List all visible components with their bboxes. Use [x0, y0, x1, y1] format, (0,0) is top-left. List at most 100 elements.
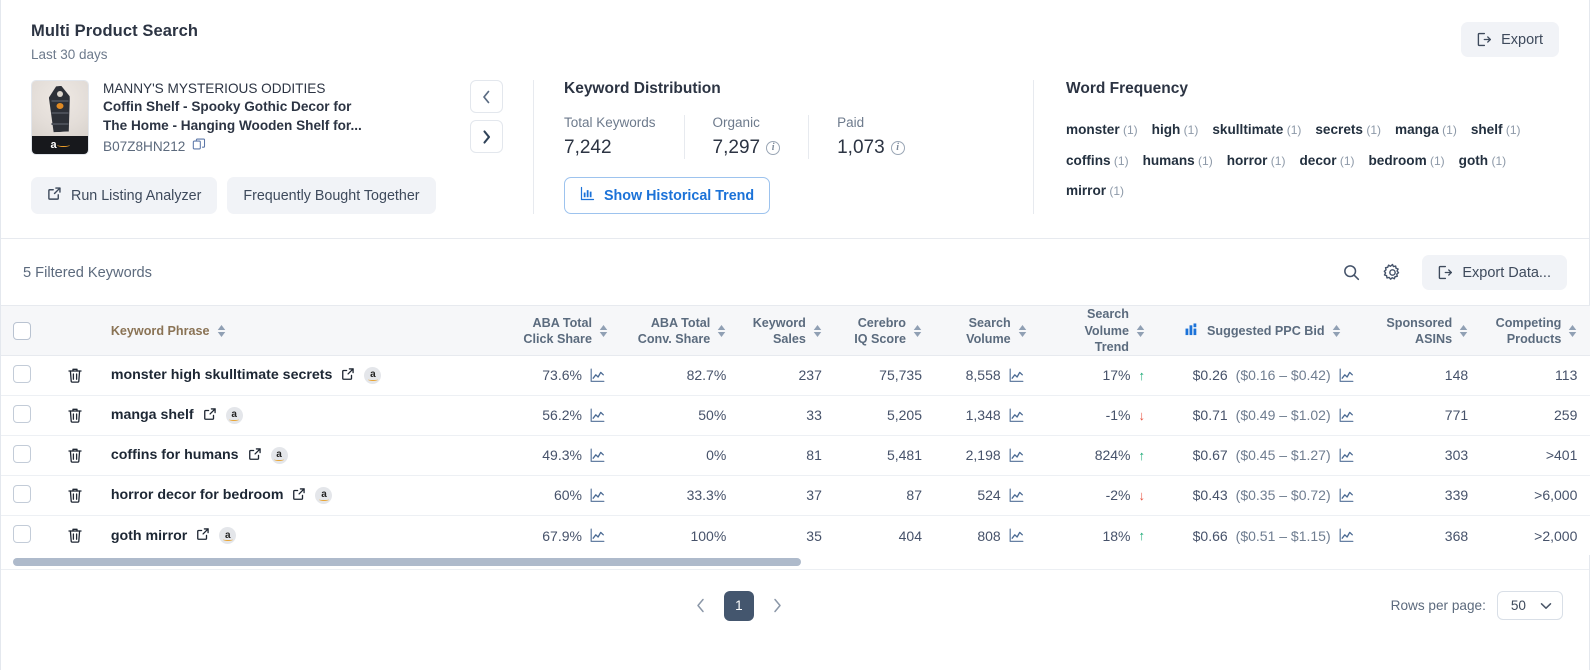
delete-row-button[interactable]	[65, 405, 85, 426]
header-suggested-ppc-bid[interactable]: Suggested PPC Bid	[1157, 306, 1369, 355]
sort-icon[interactable]	[913, 325, 922, 337]
next-page-button[interactable]	[766, 594, 788, 617]
gear-icon[interactable]	[1381, 261, 1404, 284]
sparkline-icon[interactable]	[1009, 448, 1027, 463]
info-icon[interactable]: i	[766, 141, 780, 155]
run-listing-analyzer-button[interactable]: Run Listing Analyzer	[31, 177, 217, 214]
header-search-volume-trend[interactable]: Search Volume Trend	[1039, 306, 1157, 355]
scrollbar-track[interactable]	[13, 558, 1577, 566]
sparkline-icon[interactable]	[590, 528, 608, 543]
row-delete-cell[interactable]	[53, 515, 99, 555]
word-frequency-item[interactable]: goth (1)	[1459, 153, 1517, 168]
header-aba-total-click-share[interactable]: ABA Total Click Share	[511, 306, 620, 355]
sort-icon[interactable]	[717, 325, 726, 337]
row-checkbox[interactable]	[13, 365, 31, 383]
word-frequency-item[interactable]: shelf (1)	[1471, 122, 1532, 137]
word-frequency-item[interactable]: horror (1)	[1227, 153, 1297, 168]
word-frequency-item[interactable]: monster (1)	[1066, 122, 1149, 137]
sparkline-icon[interactable]	[1339, 448, 1357, 463]
sparkline-icon[interactable]	[1009, 368, 1027, 383]
header-competing-products[interactable]: Competing Products	[1480, 306, 1589, 355]
row-checkbox[interactable]	[13, 525, 31, 543]
amazon-badge-icon[interactable]: a	[364, 367, 381, 384]
amazon-badge-icon[interactable]: a	[226, 407, 243, 424]
row-select-cell[interactable]	[1, 435, 53, 475]
table-row[interactable]: coffins for humansa49.3%0%815,4812,19882…	[1, 435, 1590, 475]
row-checkbox[interactable]	[13, 445, 31, 463]
previous-product-button[interactable]	[470, 80, 503, 113]
table-row[interactable]: goth mirrora67.9%100%3540480818%↑$0.66($…	[1, 515, 1590, 555]
sparkline-icon[interactable]	[590, 448, 608, 463]
scrollbar-thumb[interactable]	[13, 558, 801, 566]
next-product-button[interactable]	[470, 120, 503, 153]
sort-icon[interactable]	[813, 325, 822, 337]
word-frequency-item[interactable]: skulltimate (1)	[1212, 122, 1312, 137]
export-button[interactable]: Export	[1461, 22, 1559, 57]
header-sponsored-asins[interactable]: Sponsored ASINs	[1369, 306, 1481, 355]
word-frequency-item[interactable]: secrets (1)	[1315, 122, 1392, 137]
row-select-cell[interactable]	[1, 395, 53, 435]
sparkline-icon[interactable]	[1339, 408, 1357, 423]
header-cerebro-iq-score[interactable]: Cerebro IQ Score	[834, 306, 934, 355]
previous-page-button[interactable]	[690, 594, 712, 617]
open-external-icon[interactable]	[292, 487, 306, 504]
table-row[interactable]: monster high skulltimate secretsa73.6%82…	[1, 355, 1590, 395]
word-frequency-item[interactable]: coffins (1)	[1066, 153, 1140, 168]
row-delete-cell[interactable]	[53, 355, 99, 395]
word-frequency-item[interactable]: high (1)	[1152, 122, 1210, 137]
header-select-all[interactable]	[1, 306, 53, 355]
sparkline-icon[interactable]	[1339, 368, 1357, 383]
word-frequency-item[interactable]: decor (1)	[1299, 153, 1365, 168]
sparkline-icon[interactable]	[590, 488, 608, 503]
amazon-badge-icon[interactable]: a	[315, 487, 332, 504]
sparkline-icon[interactable]	[1339, 488, 1357, 503]
sort-icon[interactable]	[1018, 325, 1027, 337]
header-keyword-phrase[interactable]: Keyword Phrase	[99, 306, 511, 355]
frequently-bought-together-button[interactable]: Frequently Bought Together	[227, 177, 435, 214]
row-checkbox[interactable]	[13, 405, 31, 423]
delete-row-button[interactable]	[65, 445, 85, 466]
word-frequency-item[interactable]: bedroom (1)	[1369, 153, 1456, 168]
sparkline-icon[interactable]	[590, 368, 608, 383]
sort-icon[interactable]	[1136, 325, 1145, 337]
row-delete-cell[interactable]	[53, 475, 99, 515]
row-select-cell[interactable]	[1, 475, 53, 515]
delete-row-button[interactable]	[65, 365, 85, 386]
info-icon[interactable]: i	[891, 141, 905, 155]
search-icon[interactable]	[1340, 261, 1363, 284]
word-frequency-item[interactable]: humans (1)	[1143, 153, 1224, 168]
amazon-badge-icon[interactable]: a	[271, 447, 288, 464]
sparkline-icon[interactable]	[1009, 408, 1027, 423]
header-aba-total-conv-share[interactable]: ABA Total Conv. Share	[620, 306, 738, 355]
sort-icon[interactable]	[599, 325, 608, 337]
export-data-button[interactable]: Export Data...	[1422, 255, 1567, 290]
header-keyword-sales[interactable]: Keyword Sales	[738, 306, 834, 355]
sparkline-icon[interactable]	[590, 408, 608, 423]
open-external-icon[interactable]	[203, 407, 217, 424]
table-row[interactable]: manga shelfa56.2%50%335,2051,348-1%↓$0.7…	[1, 395, 1590, 435]
sort-icon[interactable]	[1459, 325, 1468, 337]
sparkline-icon[interactable]	[1009, 488, 1027, 503]
word-frequency-item[interactable]: mirror (1)	[1066, 183, 1135, 198]
copy-icon[interactable]	[192, 138, 206, 155]
open-external-icon[interactable]	[248, 447, 262, 464]
header-search-volume[interactable]: Search Volume	[934, 306, 1039, 355]
delete-row-button[interactable]	[65, 525, 85, 546]
product-thumbnail[interactable]: a	[31, 80, 89, 155]
sort-icon[interactable]	[217, 325, 226, 337]
sparkline-icon[interactable]	[1339, 528, 1357, 543]
sort-icon[interactable]	[1568, 325, 1577, 337]
row-delete-cell[interactable]	[53, 395, 99, 435]
select-all-checkbox[interactable]	[13, 322, 31, 340]
page-number-1[interactable]: 1	[724, 591, 754, 621]
row-checkbox[interactable]	[13, 485, 31, 503]
rows-per-page-select[interactable]: 50	[1497, 591, 1563, 620]
table-row[interactable]: horror decor for bedrooma60%33.3%3787524…	[1, 475, 1590, 515]
word-frequency-item[interactable]: manga (1)	[1395, 122, 1468, 137]
show-historical-trend-button[interactable]: Show Historical Trend	[564, 177, 770, 214]
delete-row-button[interactable]	[65, 485, 85, 506]
amazon-badge-icon[interactable]: a	[219, 527, 236, 544]
horizontal-scrollbar[interactable]	[1, 555, 1589, 569]
row-delete-cell[interactable]	[53, 435, 99, 475]
open-external-icon[interactable]	[196, 527, 210, 544]
